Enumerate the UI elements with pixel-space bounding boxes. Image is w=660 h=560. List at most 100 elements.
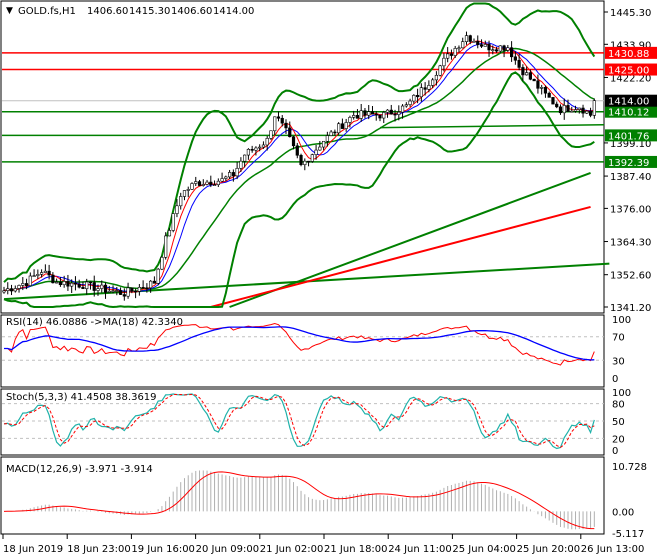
candle xyxy=(359,110,363,119)
macd-tick-label: 0.00 xyxy=(612,507,634,518)
sub-tick-label: 0 xyxy=(612,374,618,385)
candle xyxy=(521,67,525,76)
candle xyxy=(261,144,266,148)
candle xyxy=(506,47,510,51)
candle xyxy=(431,79,435,86)
y-tick-label: 1352.60 xyxy=(610,271,651,282)
candle xyxy=(558,106,563,114)
candle xyxy=(156,268,160,284)
candle xyxy=(43,270,47,273)
candle xyxy=(592,100,596,116)
candle xyxy=(81,286,85,290)
y-tick-label: 1376.00 xyxy=(610,204,651,215)
candle xyxy=(17,285,21,289)
candle xyxy=(404,104,408,107)
candle xyxy=(239,160,243,169)
candle xyxy=(423,87,427,90)
dropdown-arrow-icon[interactable]: ▼ xyxy=(6,6,13,16)
candle xyxy=(355,115,360,119)
candle xyxy=(92,282,96,291)
candle xyxy=(137,287,141,292)
candle xyxy=(340,123,345,129)
candle xyxy=(502,45,506,51)
candle xyxy=(276,116,281,119)
candle xyxy=(303,160,307,165)
candle xyxy=(337,123,341,134)
candle xyxy=(55,281,59,284)
candle xyxy=(250,149,254,151)
ma-fast-blue xyxy=(3,42,595,293)
x-tick-label: 25 Jun 04:00 xyxy=(452,544,516,555)
candle xyxy=(209,181,213,186)
candle xyxy=(536,80,540,89)
candle xyxy=(228,172,232,178)
candle xyxy=(374,113,378,116)
candle xyxy=(540,87,544,89)
level-tag-2: 1410.12 xyxy=(608,108,649,119)
candle xyxy=(254,147,258,151)
candle xyxy=(100,284,104,289)
candle xyxy=(397,111,401,115)
candle xyxy=(472,40,476,43)
candle xyxy=(479,44,484,47)
candle xyxy=(51,274,55,284)
x-tick-label: 18 Jun 2019 xyxy=(3,544,63,555)
sub-tick-label: 100 xyxy=(612,388,631,399)
candle xyxy=(231,172,235,177)
candle xyxy=(160,256,164,270)
candle xyxy=(126,287,130,297)
candle xyxy=(152,280,157,284)
candle xyxy=(36,274,40,276)
candle xyxy=(408,100,412,105)
candle xyxy=(149,280,153,289)
candle xyxy=(543,87,548,94)
current-price-tag: 1414.00 xyxy=(608,97,649,108)
candle xyxy=(269,130,273,139)
y-tick-label: 1387.40 xyxy=(610,172,651,183)
candle xyxy=(197,181,202,186)
chart-header-open: 1406.60 xyxy=(87,6,128,17)
candle xyxy=(122,294,126,297)
candle xyxy=(118,290,123,295)
x-tick-label: 20 Jun 09:00 xyxy=(196,544,260,555)
candle xyxy=(573,109,578,112)
sub-tick-label: 0 xyxy=(612,446,618,457)
candle xyxy=(483,44,487,47)
candle xyxy=(370,111,375,115)
candle xyxy=(171,213,175,231)
candle xyxy=(570,110,574,113)
candle xyxy=(115,290,119,292)
candle xyxy=(134,290,138,293)
candle xyxy=(175,205,179,214)
x-tick-label: 26 Jun 13:00 xyxy=(581,544,645,555)
candle xyxy=(434,74,439,81)
chart-header-close: 1414.00 xyxy=(213,6,254,17)
candle xyxy=(145,287,149,290)
candle xyxy=(111,290,115,293)
y-tick-label: 1364.30 xyxy=(610,238,651,249)
candle xyxy=(476,40,480,45)
candle xyxy=(88,281,93,284)
candle xyxy=(205,181,209,185)
candle xyxy=(2,290,6,293)
candle xyxy=(566,105,570,112)
candle xyxy=(47,270,51,276)
candle xyxy=(517,59,521,68)
candle xyxy=(547,92,551,98)
sub-tick-label: 20 xyxy=(612,434,625,445)
candle xyxy=(491,49,495,52)
candle xyxy=(9,288,14,292)
candle xyxy=(427,85,431,90)
candle xyxy=(13,288,17,292)
candle xyxy=(201,184,205,186)
macd-signal-line xyxy=(3,471,595,530)
chart-canvas[interactable]: 1445.301433.901422.201399.101387.401376.… xyxy=(0,0,660,560)
macd-tick-label: -5.117 xyxy=(612,529,644,540)
candle xyxy=(588,110,593,116)
rsi-ma-line xyxy=(4,326,595,361)
candle xyxy=(182,190,187,197)
ma-fast-red xyxy=(3,40,595,294)
candle xyxy=(325,135,329,142)
x-tick-label: 25 Jun 20:00 xyxy=(517,544,581,555)
candle xyxy=(24,283,29,286)
